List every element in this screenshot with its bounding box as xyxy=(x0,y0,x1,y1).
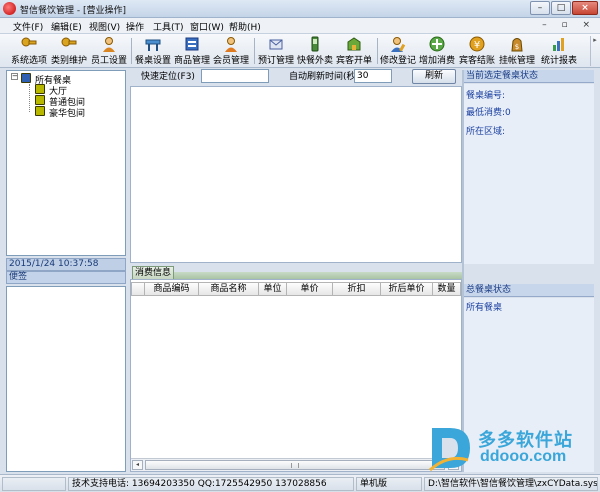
minimize-button[interactable]: – xyxy=(530,1,550,15)
stat-report-button[interactable]: 统计报表 xyxy=(539,36,579,66)
status-cell-blank xyxy=(2,477,66,491)
svg-text:$: $ xyxy=(515,43,519,51)
menu-operation[interactable]: 操作 xyxy=(126,20,144,33)
tree-item-luxury-room[interactable]: 豪华包间 xyxy=(7,106,117,119)
status-support-phone: 技术支持电话: 13694203350 QQ:1725542950 137028… xyxy=(68,477,354,491)
key-icon xyxy=(21,37,37,47)
current-table-panel: 餐桌编号: 最低消费:0 所在区域: xyxy=(464,84,594,264)
toolbar: 系统选项 类别维护 员工设置 餐桌设置 商品管理 会员管理 预订管理 快餐外卖 … xyxy=(0,34,600,68)
member-icon xyxy=(225,37,237,52)
grid-header-unit[interactable]: 单位 xyxy=(259,282,287,296)
current-table-header: 当前选定餐桌状态 xyxy=(464,70,594,83)
grid-header-row-indicator xyxy=(131,282,145,296)
edit-register-button[interactable]: 修改登记 xyxy=(379,36,417,66)
grid-header-name[interactable]: 商品名称 xyxy=(199,282,259,296)
key-icon xyxy=(61,37,77,47)
open-bill-icon xyxy=(347,37,361,51)
min-consume-field: 最低消费:0 xyxy=(466,108,511,118)
menu-view[interactable]: 视图(V) xyxy=(89,20,120,33)
status-db-path: D:\智信软件\智信餐饮管理\zxCYData.sys 当前 xyxy=(424,477,598,491)
all-tables-label: 所有餐桌 xyxy=(466,303,503,313)
booking-icon xyxy=(269,39,283,50)
table-number-field: 餐桌编号: xyxy=(466,91,506,101)
add-consume-button[interactable]: 增加消费 xyxy=(418,36,456,66)
credit-icon: $ xyxy=(511,38,523,52)
region-field: 所在区域: xyxy=(466,127,506,137)
table-tree-panel: − 所有餐桌 大厅 普通包间 豪华包间 xyxy=(6,70,126,256)
close-button[interactable]: × xyxy=(572,1,598,15)
menu-bar: 文件(F) 编辑(E) 视图(V) 操作 工具(T) 窗口(W) 帮助(H) –… xyxy=(0,18,600,34)
tree-item-root[interactable]: 所有餐桌 xyxy=(7,73,117,86)
menu-window[interactable]: 窗口(W) xyxy=(190,20,224,33)
open-bill-button[interactable]: 宾客开单 xyxy=(335,36,373,66)
add-consume-icon xyxy=(429,36,445,52)
scroll-thumb[interactable] xyxy=(145,460,445,470)
tree-item-normal-room[interactable]: 普通包间 xyxy=(7,95,117,108)
edit-user-icon xyxy=(391,37,406,52)
tab-consume-info[interactable]: 消费信息 xyxy=(132,266,174,279)
maximize-button[interactable]: □ xyxy=(551,1,571,15)
system-options-button[interactable]: 系统选项 xyxy=(10,36,48,66)
credit-manage-button[interactable]: $ 挂帐管理 xyxy=(498,36,536,66)
category-maintain-button[interactable]: 类别维护 xyxy=(50,36,88,66)
grid-header-discount[interactable]: 折扣 xyxy=(333,282,381,296)
user-icon xyxy=(103,37,115,52)
menu-edit[interactable]: 编辑(E) xyxy=(51,20,82,33)
memo-header: 便签 xyxy=(6,271,126,284)
menu-tools[interactable]: 工具(T) xyxy=(153,20,184,33)
tree-item-hall[interactable]: 大厅 xyxy=(7,84,117,97)
table-icon xyxy=(35,106,45,116)
goods-manage-button[interactable]: 商品管理 xyxy=(173,36,211,66)
fast-food-button[interactable]: 快餐外卖 xyxy=(296,36,334,66)
grid-header: 商品编码 商品名称 单位 单价 折扣 折后单价 数量 xyxy=(131,282,461,296)
tab-strip xyxy=(174,272,462,279)
datetime-display: 2015/1/24 10:37:58 xyxy=(6,258,126,271)
table-status-area[interactable] xyxy=(130,86,462,263)
title-bar: 智信餐饮管理 - [营业操作] – □ × xyxy=(0,0,600,18)
watermark: 多多软件站 ddooo.com xyxy=(428,424,598,476)
member-manage-button[interactable]: 会员管理 xyxy=(212,36,250,66)
grid-header-discount-price[interactable]: 折后单价 xyxy=(381,282,433,296)
auto-refresh-label: 自动刷新时间(秒) xyxy=(289,72,360,82)
grid-header-code[interactable]: 商品编码 xyxy=(145,282,199,296)
total-table-header: 总餐桌状态 xyxy=(464,284,594,297)
consume-grid[interactable]: 商品编码 商品名称 单位 单价 折扣 折后单价 数量 ◂ ▸ xyxy=(130,279,462,472)
memo-textarea[interactable] xyxy=(6,286,126,472)
booking-manage-button[interactable]: 预订管理 xyxy=(257,36,295,66)
quick-locate-input[interactable] xyxy=(201,69,269,83)
grid-header-qty[interactable]: 数量 xyxy=(433,282,461,296)
horizontal-scrollbar[interactable]: ◂ ▸ xyxy=(131,458,461,471)
table-icon xyxy=(145,39,161,51)
watermark-logo-icon xyxy=(429,428,470,472)
toolbar-overflow-button[interactable]: ▸ xyxy=(590,36,599,66)
menu-file[interactable]: 文件(F) xyxy=(13,20,43,33)
table-icon xyxy=(35,84,45,94)
menu-help[interactable]: 帮助(H) xyxy=(229,20,261,33)
watermark-en-text: ddooo.com xyxy=(480,448,567,465)
chart-icon xyxy=(553,38,564,51)
mdi-window-controls[interactable]: – ▫ × xyxy=(542,20,596,30)
scroll-grip xyxy=(291,463,299,468)
status-bar: 技术支持电话: 13694203350 QQ:1725542950 137028… xyxy=(0,474,600,492)
status-edition: 单机版 xyxy=(356,477,422,491)
checkout-button[interactable]: ¥ 宾客结账 xyxy=(458,36,496,66)
checkout-icon: ¥ xyxy=(469,36,485,52)
auto-refresh-input[interactable] xyxy=(354,69,392,83)
window-title: 智信餐饮管理 - [营业操作] xyxy=(20,6,126,16)
staff-settings-button[interactable]: 员工设置 xyxy=(90,36,128,66)
grid-header-price[interactable]: 单价 xyxy=(287,282,333,296)
svg-text:¥: ¥ xyxy=(474,40,480,51)
quick-locate-label: 快速定位(F3) xyxy=(141,72,195,82)
refresh-button[interactable]: 刷新 xyxy=(412,69,456,84)
phone-icon xyxy=(311,36,319,52)
app-logo-icon xyxy=(3,2,16,15)
scroll-left-button[interactable]: ◂ xyxy=(132,460,143,470)
goods-icon xyxy=(185,37,199,51)
table-settings-button[interactable]: 餐桌设置 xyxy=(134,36,172,66)
table-icon xyxy=(35,95,45,105)
table-group-icon xyxy=(21,73,31,83)
